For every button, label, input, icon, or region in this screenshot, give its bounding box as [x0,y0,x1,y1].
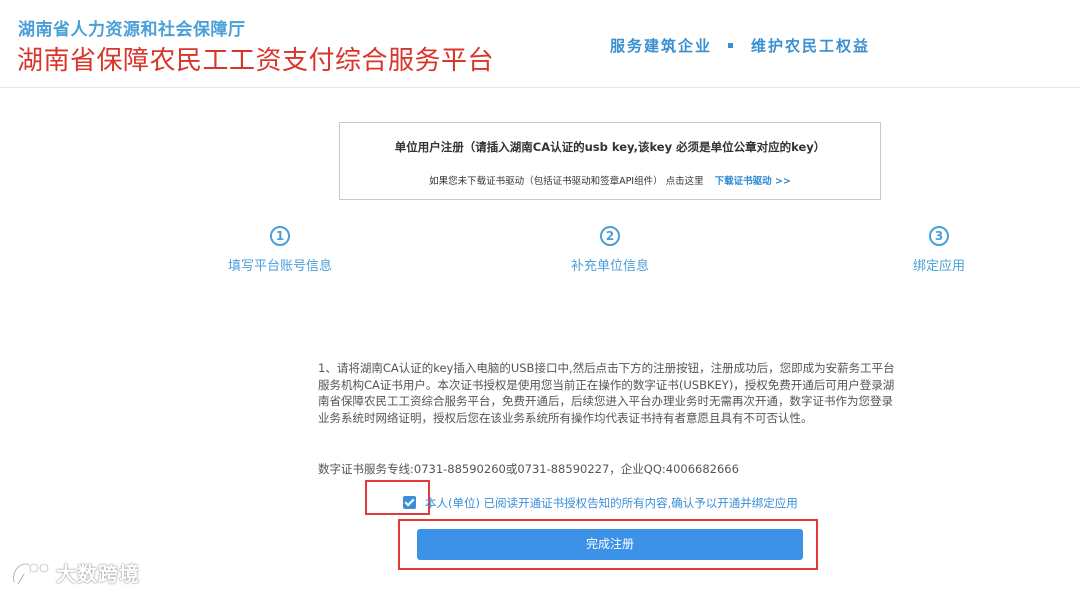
slogan-left: 服务建筑企业 [610,37,713,55]
notice-title: 单位用户注册（请插入湖南CA认证的usb key,该key 必须是单位公章对应的… [394,140,826,154]
notice-subtext: 如果您未下载证书驱动（包括证书驱动和签章API组件） 点击这里 下载证书驱动 >… [340,173,880,187]
driver-download-hint: 如果您未下载证书驱动（包括证书驱动和签章API组件） 点击这里 [429,176,704,187]
registration-notice-box: 单位用户注册（请插入湖南CA认证的usb key,该key 必须是单位公章对应的… [339,122,881,200]
step-1: 1 填写平台账号信息 [220,226,340,274]
complete-registration-button[interactable]: 完成注册 [417,529,803,560]
checkbox-highlight-box [365,480,430,515]
step-1-number-icon: 1 [270,226,290,246]
step-3-number-icon: 3 [929,226,949,246]
certificate-agreement-text: 1、请将湖南CA认证的key插入电脑的USB接口中,然后点击下方的注册按钮，注册… [318,361,895,425]
slogan-separator-dot [728,42,734,48]
watermark: 大数跨境 [8,556,140,588]
step-2-number-icon: 2 [600,226,620,246]
slogan: 服务建筑企业 维护农民工权益 [610,35,870,56]
watermark-logo-icon [12,562,50,586]
consent-checkbox[interactable] [403,496,416,509]
step-1-label: 填写平台账号信息 [227,259,332,274]
org-name: 湖南省人力资源和社会保障厅 [18,20,246,40]
step-3: 3 绑定应用 [879,226,999,274]
platform-title: 湖南省保障农民工工资支付综合服务平台 [17,46,495,76]
download-driver-link[interactable]: 下载证书驱动 >> [715,176,791,187]
service-hotline: 数字证书服务专线:0731-88590260或0731-88590227，企业Q… [318,462,739,476]
consent-label[interactable]: 本人(单位) 已阅读开通证书授权告知的所有内容,确认予以开通并绑定应用 [425,495,798,511]
step-3-label: 绑定应用 [912,259,965,274]
step-2-label: 补充单位信息 [570,259,649,274]
step-2: 2 补充单位信息 [550,226,670,274]
slogan-right: 维护农民工权益 [751,37,871,55]
watermark-text: 大数跨境 [56,561,140,586]
page-header: 湖南省人力资源和社会保障厅 湖南省保障农民工工资支付综合服务平台 服务建筑企业 维… [0,0,1080,88]
